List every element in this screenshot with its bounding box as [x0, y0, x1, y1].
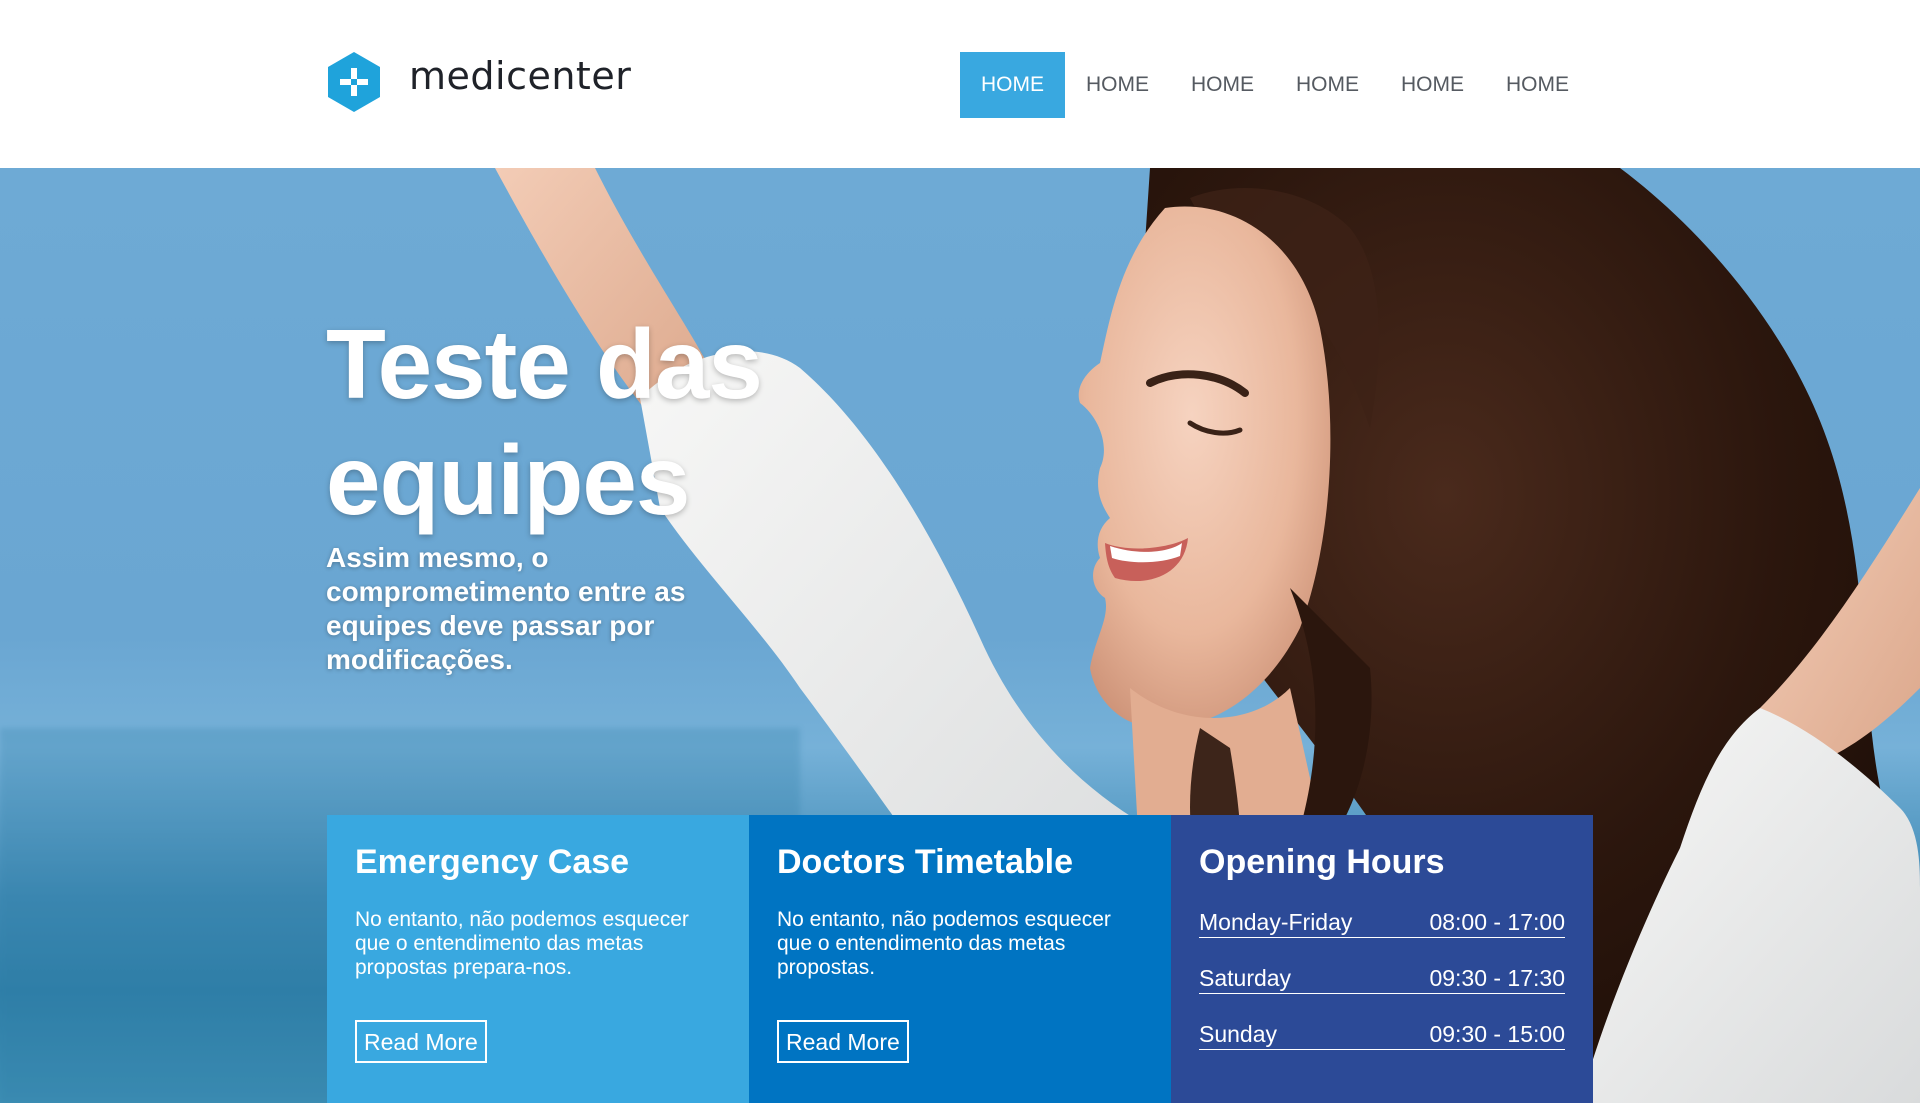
hours-day: Saturday — [1199, 965, 1292, 991]
hero-subtitle: Assim mesmo, o comprometimento entre as … — [326, 542, 686, 675]
logo-text: medicenter — [409, 54, 632, 98]
hours-row: Sunday 09:30 - 15:00 — [1199, 1020, 1565, 1050]
nav-item-home-5[interactable]: HOME — [1380, 52, 1485, 118]
hours-time: 09:30 - 15:00 — [1429, 1021, 1565, 1047]
info-boxes: Emergency Case No entanto, não podemos e… — [327, 815, 1593, 1103]
main-nav: HOME HOME HOME HOME HOME HOME — [960, 52, 1590, 118]
site-header: medicenter HOME HOME HOME HOME HOME HOME — [0, 0, 1920, 168]
hours-row: Monday-Friday 08:00 - 17:00 — [1199, 908, 1565, 938]
emergency-read-more-button[interactable]: Read More — [355, 1020, 487, 1063]
hours-time: 09:30 - 17:30 — [1429, 965, 1565, 991]
doctors-timetable-box: Doctors Timetable No entanto, não podemo… — [749, 815, 1171, 1103]
nav-item-home-1[interactable]: HOME — [960, 52, 1065, 118]
doctors-timetable-text: No entanto, não podemos esquecer que o e… — [777, 908, 1111, 979]
hours-time: 08:00 - 17:00 — [1429, 909, 1565, 935]
nav-item-home-4[interactable]: HOME — [1275, 52, 1380, 118]
logo-link[interactable]: medicenter — [325, 50, 631, 114]
opening-hours-box: Opening Hours Monday-Friday 08:00 - 17:0… — [1171, 815, 1593, 1103]
hexagon-plus-icon — [328, 52, 380, 112]
doctors-read-more-button[interactable]: Read More — [777, 1020, 909, 1063]
nav-item-home-3[interactable]: HOME — [1170, 52, 1275, 118]
hours-row: Saturday 09:30 - 17:30 — [1199, 964, 1565, 994]
nav-item-home-6[interactable]: HOME — [1485, 52, 1590, 118]
doctors-timetable-title: Doctors Timetable — [777, 843, 1074, 881]
hero-title: Teste das equipes — [326, 309, 763, 535]
nav-item-home-2[interactable]: HOME — [1065, 52, 1170, 118]
hours-day: Monday-Friday — [1199, 909, 1353, 935]
emergency-case-box: Emergency Case No entanto, não podemos e… — [327, 815, 749, 1103]
opening-hours-title: Opening Hours — [1199, 843, 1445, 881]
emergency-case-text: No entanto, não podemos esquecer que o e… — [355, 908, 689, 979]
hours-day: Sunday — [1199, 1021, 1278, 1047]
emergency-case-title: Emergency Case — [355, 843, 630, 881]
